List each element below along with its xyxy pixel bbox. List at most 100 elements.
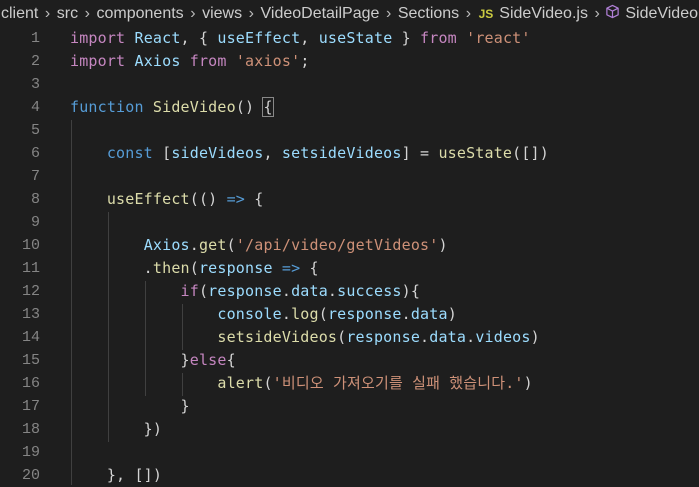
code-line[interactable]: 8 useEffect(() => { <box>0 188 699 211</box>
code-line[interactable]: 18 }) <box>0 418 699 441</box>
code-token: . <box>466 328 476 346</box>
line-number: 15 <box>21 352 40 369</box>
code-line[interactable]: 1 import React, { useEffect, useState } f… <box>0 27 699 50</box>
code-token: function <box>70 98 144 116</box>
code-token: from <box>189 52 227 70</box>
code-token: from <box>420 29 457 47</box>
code-text: import React, { useEffect, useState } fr… <box>70 27 531 50</box>
code-line[interactable]: 13 console.log(response.data) <box>0 303 699 326</box>
code-token: ) <box>438 236 448 254</box>
code-token: } <box>70 351 190 369</box>
code-token: '비디오 가져오기를 실패 했습니다.' <box>272 374 524 392</box>
code-text: const [sideVideos, setsideVideos] = useS… <box>70 142 549 165</box>
code-line[interactable]: 15 }else{ <box>0 349 699 372</box>
code-token: ( <box>198 282 209 300</box>
code-line[interactable]: 12 if(response.data.success){ <box>0 280 699 303</box>
code-line[interactable]: 14 setsideVideos(response.data.videos) <box>0 326 699 349</box>
js-file-icon: JS <box>478 7 494 21</box>
breadcrumb-segment-views[interactable]: views <box>201 5 243 23</box>
code-editor[interactable]: 1 import React, { useEffect, useState } f… <box>0 28 699 485</box>
code-token: Axios <box>134 52 181 70</box>
code-line[interactable]: 2 import Axios from 'axios'; <box>0 50 699 73</box>
line-number: 14 <box>21 329 40 346</box>
code-token: { <box>300 259 319 277</box>
code-token: . <box>70 259 153 277</box>
code-text: }else{ <box>70 349 236 372</box>
code-token: then <box>152 259 190 277</box>
code-text: setsideVideos(response.data.videos) <box>70 326 540 349</box>
code-token: { <box>262 97 274 117</box>
code-token: ( <box>263 374 273 392</box>
code-token: useEffect <box>217 29 301 47</box>
code-line[interactable]: 7 <box>0 165 699 188</box>
breadcrumb-segment-src[interactable]: src <box>56 5 79 23</box>
breadcrumb-file[interactable]: SideVideo.js <box>498 5 589 23</box>
code-token: import <box>70 52 126 70</box>
chevron-right-icon: › <box>84 5 90 22</box>
code-token: . <box>281 305 292 323</box>
code-token: ( <box>189 259 199 277</box>
code-token: log <box>291 305 319 323</box>
code-line[interactable]: 3 <box>0 73 699 96</box>
chevron-right-icon: › <box>44 5 51 22</box>
code-token: if <box>180 282 199 300</box>
code-line[interactable]: 11 .then(response => { <box>0 257 699 280</box>
line-number: 16 <box>21 375 40 392</box>
breadcrumb-symbol[interactable]: SideVideo <box>624 5 699 23</box>
code-text: }) <box>70 418 162 441</box>
breadcrumb-segment-videodetailpage[interactable]: VideoDetailPage <box>260 5 381 23</box>
code-token: } <box>70 397 190 415</box>
code-text: console.log(response.data) <box>70 303 457 326</box>
breadcrumb-segment-client[interactable]: client <box>0 5 39 23</box>
breadcrumb-segment-sections[interactable]: Sections <box>397 5 460 23</box>
code-line[interactable]: 10 Axios.get('/api/video/getVideos') <box>0 234 699 257</box>
code-token: useState <box>318 29 393 47</box>
code-token: data <box>291 282 328 300</box>
code-line[interactable]: 19 <box>0 441 699 464</box>
code-token: get <box>198 236 227 254</box>
code-token: data <box>410 305 448 323</box>
code-token: ( <box>226 236 236 254</box>
code-token: console <box>217 305 282 323</box>
chevron-right-icon: › <box>465 5 472 22</box>
code-token: response <box>208 282 282 300</box>
line-number: 13 <box>21 306 40 323</box>
code-token: . <box>189 236 199 254</box>
line-number: 12 <box>21 283 40 300</box>
code-line[interactable]: 5 <box>0 119 699 142</box>
code-line[interactable]: 20 }, []) <box>0 464 699 487</box>
line-number: 4 <box>30 99 40 116</box>
code-text: alert('비디오 가져오기를 실패 했습니다.') <box>70 372 533 395</box>
line-number: 9 <box>30 214 40 231</box>
code-token: response <box>327 305 402 323</box>
code-token: }, []) <box>70 466 163 484</box>
chevron-right-icon: › <box>248 5 254 22</box>
code-token: , <box>263 144 282 162</box>
code-line[interactable]: 16 alert('비디오 가져오기를 실패 했습니다.') <box>0 372 699 395</box>
line-number: 7 <box>30 168 40 185</box>
chevron-right-icon: › <box>190 5 196 22</box>
code-token: data <box>429 328 467 346</box>
code-token: => <box>281 259 301 277</box>
code-line[interactable]: 4 function SideVideo() { <box>0 96 699 119</box>
code-token: { <box>245 190 264 208</box>
code-line[interactable]: 17 } <box>0 395 699 418</box>
line-number: 10 <box>21 237 40 254</box>
code-token: useEffect <box>106 190 190 208</box>
code-token: setsideVideos <box>281 144 402 162</box>
code-token: . <box>281 282 292 300</box>
code-line[interactable]: 6 const [sideVideos, setsideVideos] = us… <box>0 142 699 165</box>
code-token: , <box>300 29 319 47</box>
code-token: ( <box>337 328 347 346</box>
breadcrumb-segment-components[interactable]: components <box>96 5 185 23</box>
code-line[interactable]: 9 <box>0 211 699 234</box>
code-token: response <box>198 259 273 277</box>
code-token: ) <box>530 328 540 346</box>
code-text: useEffect(() => { <box>70 188 263 211</box>
code-text: .then(response => { <box>70 257 319 280</box>
